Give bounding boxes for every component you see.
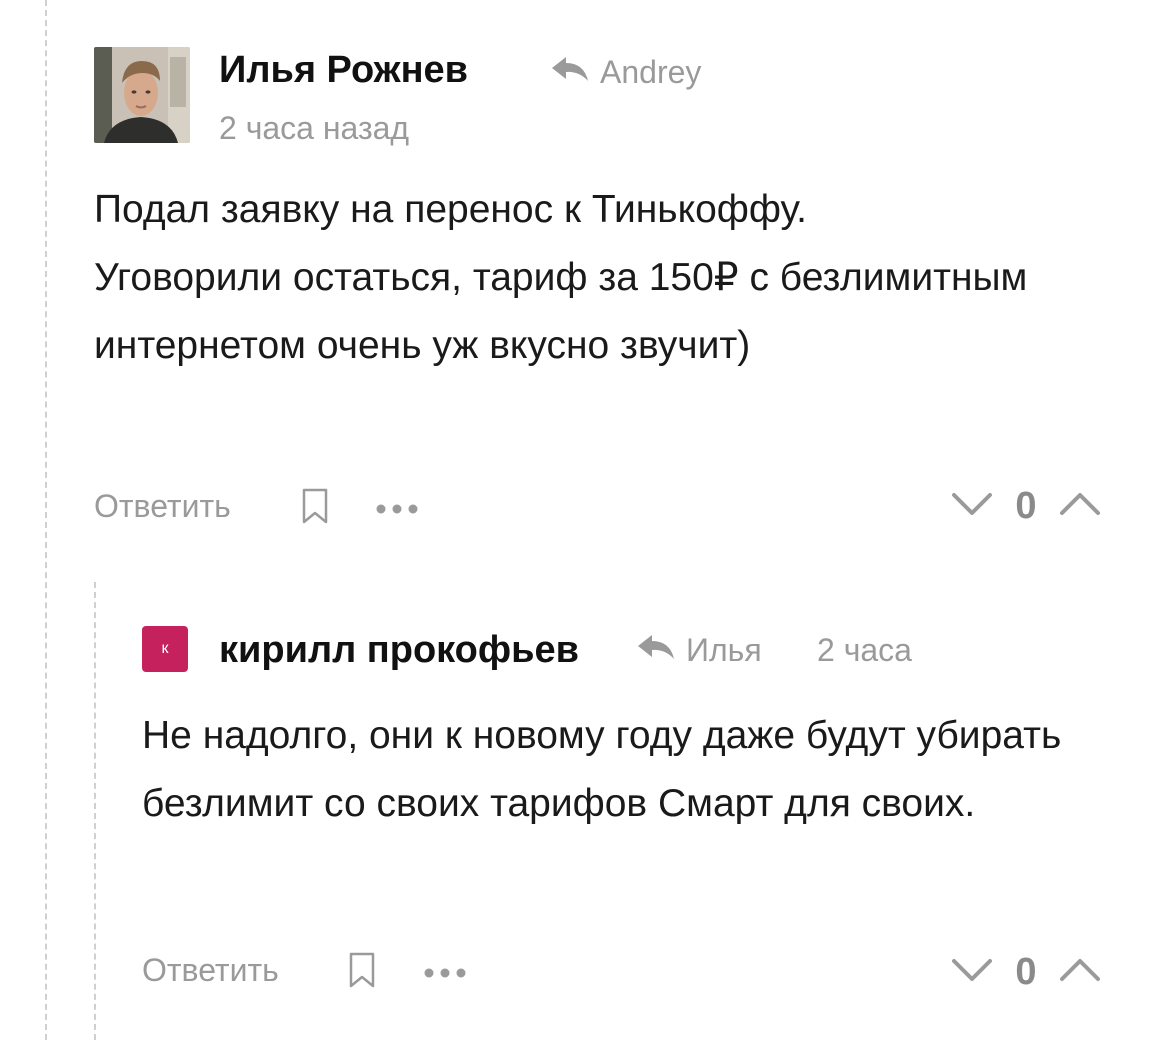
author-name[interactable]: кирилл прокофьев [219,628,579,672]
reply-to-name: Andrey [600,54,702,90]
rating-value: 0 [1015,485,1037,527]
author-name[interactable]: Илья Рожнев [219,48,468,92]
bookmark-icon[interactable] [301,488,329,529]
downvote-chevron-down-icon[interactable] [950,489,994,524]
rating: 0 [950,484,1102,528]
upvote-chevron-up-icon[interactable] [1058,955,1102,990]
avatar[interactable] [94,47,190,143]
reply-to[interactable]: Andrey [550,52,701,92]
timestamp: 2 часа назад [219,110,410,146]
comment-text: Не надолго, они к новому году даже будут… [142,702,1082,838]
thread-line-root [45,0,47,1040]
bookmark-icon[interactable] [348,952,376,993]
reply-arrow-icon [636,630,676,670]
avatar-letter: к [161,640,169,657]
comment-text-body: Не надолго, они к новому году даже будут… [142,714,1062,825]
rating: 0 [950,950,1102,994]
reply-to-name: Илья [686,632,762,668]
reply-to[interactable]: Илья [636,630,762,670]
avatar[interactable]: к [142,626,188,672]
reply-button[interactable]: Ответить [94,486,231,526]
reply-button[interactable]: Ответить [142,950,279,990]
rating-value: 0 [1015,951,1037,993]
timestamp: 2 часа [817,632,912,668]
upvote-chevron-up-icon[interactable] [1058,489,1102,524]
more-dots-icon[interactable] [423,966,467,984]
thread-line-nested [94,582,96,1040]
comment-text: Подал заявку на перенос к Тинькоффу. Уго… [94,176,1094,380]
more-dots-icon[interactable] [375,502,419,520]
downvote-chevron-down-icon[interactable] [950,955,994,990]
comment-text-body: Подал заявку на перенос к Тинькоффу. Уго… [94,188,1028,367]
reply-arrow-icon [550,52,590,92]
